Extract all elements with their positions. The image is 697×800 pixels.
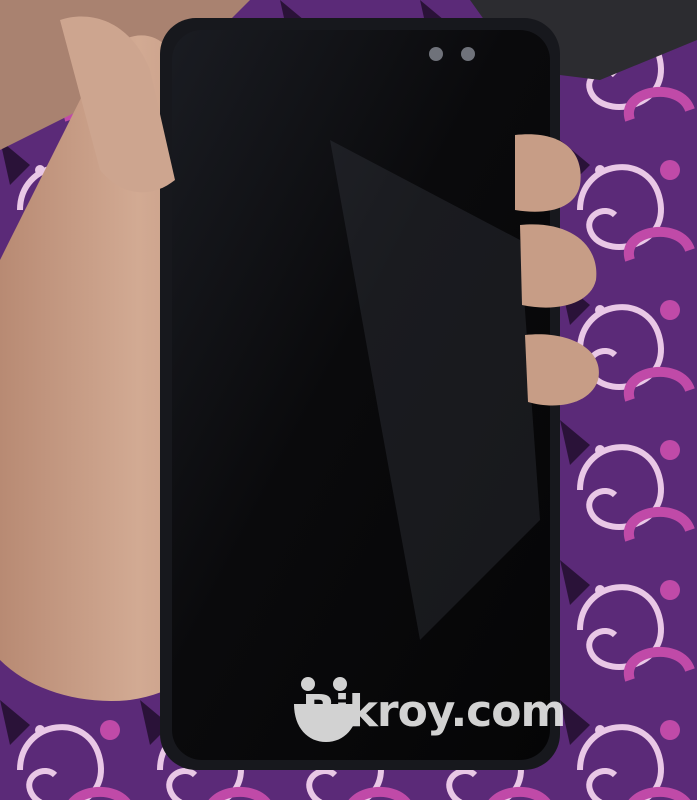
front-camera-icon: [461, 47, 475, 61]
watermark: Bikroy.com: [292, 676, 566, 746]
smiley-face-icon: [294, 677, 358, 742]
photo-scene: Bikroy.com: [0, 0, 697, 800]
front-camera-icon: [429, 47, 443, 61]
